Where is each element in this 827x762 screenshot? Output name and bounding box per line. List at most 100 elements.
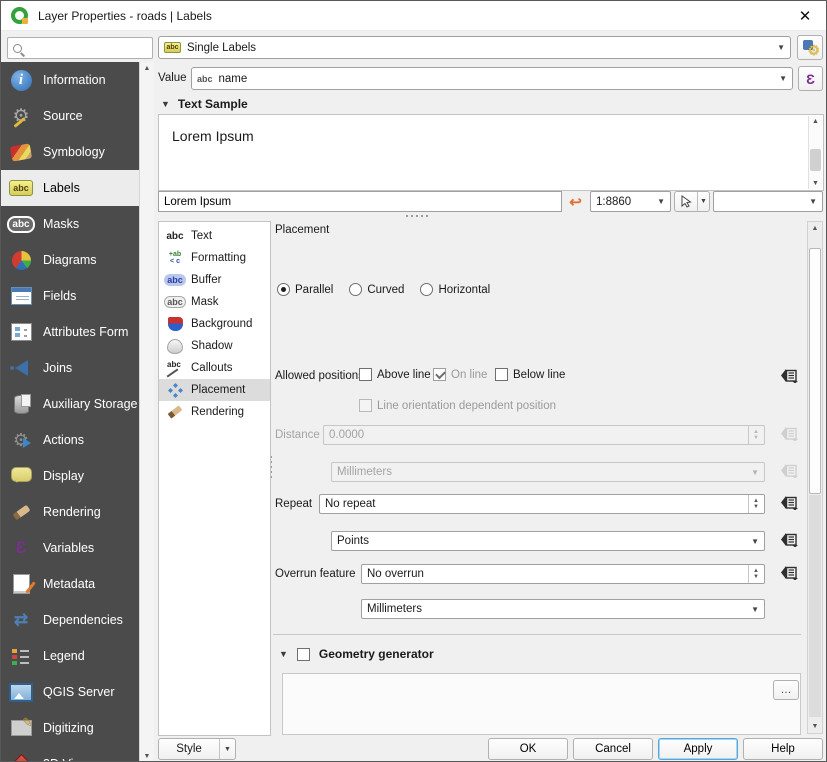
ok-button[interactable]: OK [488, 738, 568, 760]
sidebar-item-digitizing[interactable]: Digitizing [1, 710, 139, 746]
repeat-units-select[interactable]: Points ▼ [331, 531, 765, 551]
expression-builder-button[interactable]: Ɛ [798, 66, 823, 91]
chevron-down-icon[interactable]: ▼ [219, 739, 235, 759]
sidebar-item-source[interactable]: Source [1, 98, 139, 134]
scrollbar-track[interactable] [809, 495, 821, 717]
sidebar-item-attributes-form[interactable]: Attributes Form [1, 314, 139, 350]
sidebar-item-rendering[interactable]: Rendering [1, 494, 139, 530]
tab-callouts[interactable]: Callouts [159, 357, 270, 379]
geometry-generator-expression-area[interactable] [282, 673, 801, 735]
scroll-up-icon[interactable]: ▲ [140, 65, 154, 72]
sidebar-item-variables[interactable]: Variables [1, 530, 139, 566]
checkbox-icon [495, 368, 508, 381]
scroll-down-icon[interactable]: ▼ [140, 753, 154, 760]
tab-formatting[interactable]: Formatting [159, 247, 270, 269]
distance-units-select[interactable]: Millimeters ▼ [331, 462, 765, 482]
data-defined-override-distance-units[interactable] [777, 460, 801, 480]
help-button[interactable]: Help [743, 738, 823, 760]
cancel-button[interactable]: Cancel [573, 738, 653, 760]
sidebar-item-display[interactable]: Display [1, 458, 139, 494]
tab-background[interactable]: Background [159, 313, 270, 335]
tab-buffer[interactable]: Buffer [159, 269, 270, 291]
sidebar-item-fields[interactable]: Fields [1, 278, 139, 314]
apply-button[interactable]: Apply [658, 738, 738, 760]
scrollbar-thumb[interactable] [809, 248, 821, 494]
labeling-mode-select[interactable]: abc Single Labels ▼ [158, 36, 791, 59]
sidebar-item-dependencies[interactable]: Dependencies [1, 602, 139, 638]
checkbox-above-line[interactable]: Above line [359, 368, 431, 381]
scroll-up-icon[interactable]: ▲ [808, 225, 822, 232]
scrollbar-thumb[interactable] [810, 149, 821, 171]
checkbox-below-line[interactable]: Below line [495, 368, 565, 381]
placement-scrollbar[interactable]: ▲ ▼ [807, 221, 823, 734]
data-defined-override-repeat[interactable] [777, 492, 801, 512]
qgis-logo-icon [11, 7, 28, 24]
sidebar-item-labels[interactable]: Labels [1, 170, 139, 206]
tab-placement[interactable]: Placement [159, 379, 270, 401]
repeat-units-value: Points [337, 535, 369, 547]
spin-buttons[interactable]: ▲▼ [748, 495, 759, 513]
scroll-up-icon[interactable]: ▲ [809, 118, 822, 125]
spin-buttons[interactable]: ▲▼ [748, 426, 759, 444]
scroll-down-icon[interactable]: ▼ [808, 723, 822, 730]
tab-mask[interactable]: Mask [159, 291, 270, 313]
overrun-value: No overrun [367, 568, 424, 580]
data-defined-override-allowed-positions[interactable] [777, 365, 801, 385]
preview-scrollbar[interactable]: ▲ ▼ [808, 116, 822, 189]
radio-horizontal[interactable]: Horizontal [420, 283, 490, 296]
data-defined-override-distance[interactable] [777, 423, 801, 443]
undo-icon: ↩ [569, 193, 582, 211]
sidebar-item-information[interactable]: Information [1, 62, 139, 98]
tab-shadow[interactable]: Shadow [159, 335, 270, 357]
rendering-tab-icon [164, 404, 186, 421]
dependencies-icon [9, 608, 33, 632]
sidebar-item-metadata[interactable]: Metadata [1, 566, 139, 602]
radio-curved[interactable]: Curved [349, 283, 404, 296]
spin-buttons[interactable]: ▲▼ [748, 565, 759, 583]
sample-text-input[interactable] [158, 191, 562, 212]
sidebar-scrollbar[interactable]: ▲ ▼ [139, 62, 154, 762]
close-icon[interactable]: ✕ [794, 7, 816, 25]
sidebar-item-symbology[interactable]: Symbology [1, 134, 139, 170]
font-preset-select[interactable]: ▼ [713, 191, 823, 212]
sidebar-item-label: Digitizing [43, 721, 94, 735]
sidebar-item-actions[interactable]: Actions [1, 422, 139, 458]
sidebar-item-masks[interactable]: Masks [1, 206, 139, 242]
sidebar-item-legend[interactable]: Legend [1, 638, 139, 674]
tab-text[interactable]: Text [159, 225, 270, 247]
radio-parallel[interactable]: Parallel [277, 283, 333, 296]
overrun-spinbox[interactable]: No overrun ▲▼ [361, 564, 765, 584]
set-scale-from-map-button[interactable]: ▼ [674, 191, 710, 212]
splitter-handle[interactable] [406, 215, 436, 218]
sidebar-item-auxiliary-storage[interactable]: Auxiliary Storage [1, 386, 139, 422]
sidebar-item-qgis-server[interactable]: QGIS Server [1, 674, 139, 710]
data-defined-override-overrun[interactable] [777, 562, 801, 582]
checkbox-line-orientation[interactable]: Line orientation dependent position [359, 399, 556, 412]
repeat-spinbox[interactable]: No repeat ▲▼ [319, 494, 765, 514]
radio-icon [349, 283, 362, 296]
labels-icon [9, 176, 33, 200]
preview-scale-select[interactable]: 1:8860 ▼ [590, 191, 671, 212]
data-defined-override-repeat-units[interactable] [777, 529, 801, 549]
string-type-icon: abc [197, 74, 213, 84]
search-input[interactable] [27, 42, 147, 54]
automated-placement-settings-button[interactable]: ⚙ [797, 35, 823, 60]
distance-value: 0.0000 [329, 429, 364, 441]
sidebar-item-diagrams[interactable]: Diagrams [1, 242, 139, 278]
chevron-down-icon[interactable]: ▼ [697, 192, 709, 211]
value-field-select[interactable]: abc name ▼ [191, 67, 793, 90]
tab-rendering[interactable]: Rendering [159, 401, 270, 423]
distance-spinbox[interactable]: 0.0000 ▲▼ [323, 425, 765, 445]
checkbox-on-line[interactable]: On line [433, 368, 487, 381]
sidebar-item-joins[interactable]: Joins [1, 350, 139, 386]
scroll-down-icon[interactable]: ▼ [809, 180, 822, 187]
sidebar-item-3d-view[interactable]: 3D View [1, 746, 139, 762]
geometry-generator-ellipsis-button[interactable]: … [773, 680, 799, 700]
sidebar-item-label: Source [43, 109, 83, 123]
geometry-generator-checkbox[interactable] [297, 648, 310, 661]
text-sample-header[interactable]: ▼ Text Sample [161, 97, 248, 111]
style-menu-button[interactable]: Style ▼ [158, 738, 236, 760]
geometry-generator-header[interactable]: ▼ Geometry generator [279, 647, 434, 661]
reset-sample-button[interactable]: ↩ [564, 191, 587, 212]
overrun-units-select[interactable]: Millimeters ▼ [361, 599, 765, 619]
